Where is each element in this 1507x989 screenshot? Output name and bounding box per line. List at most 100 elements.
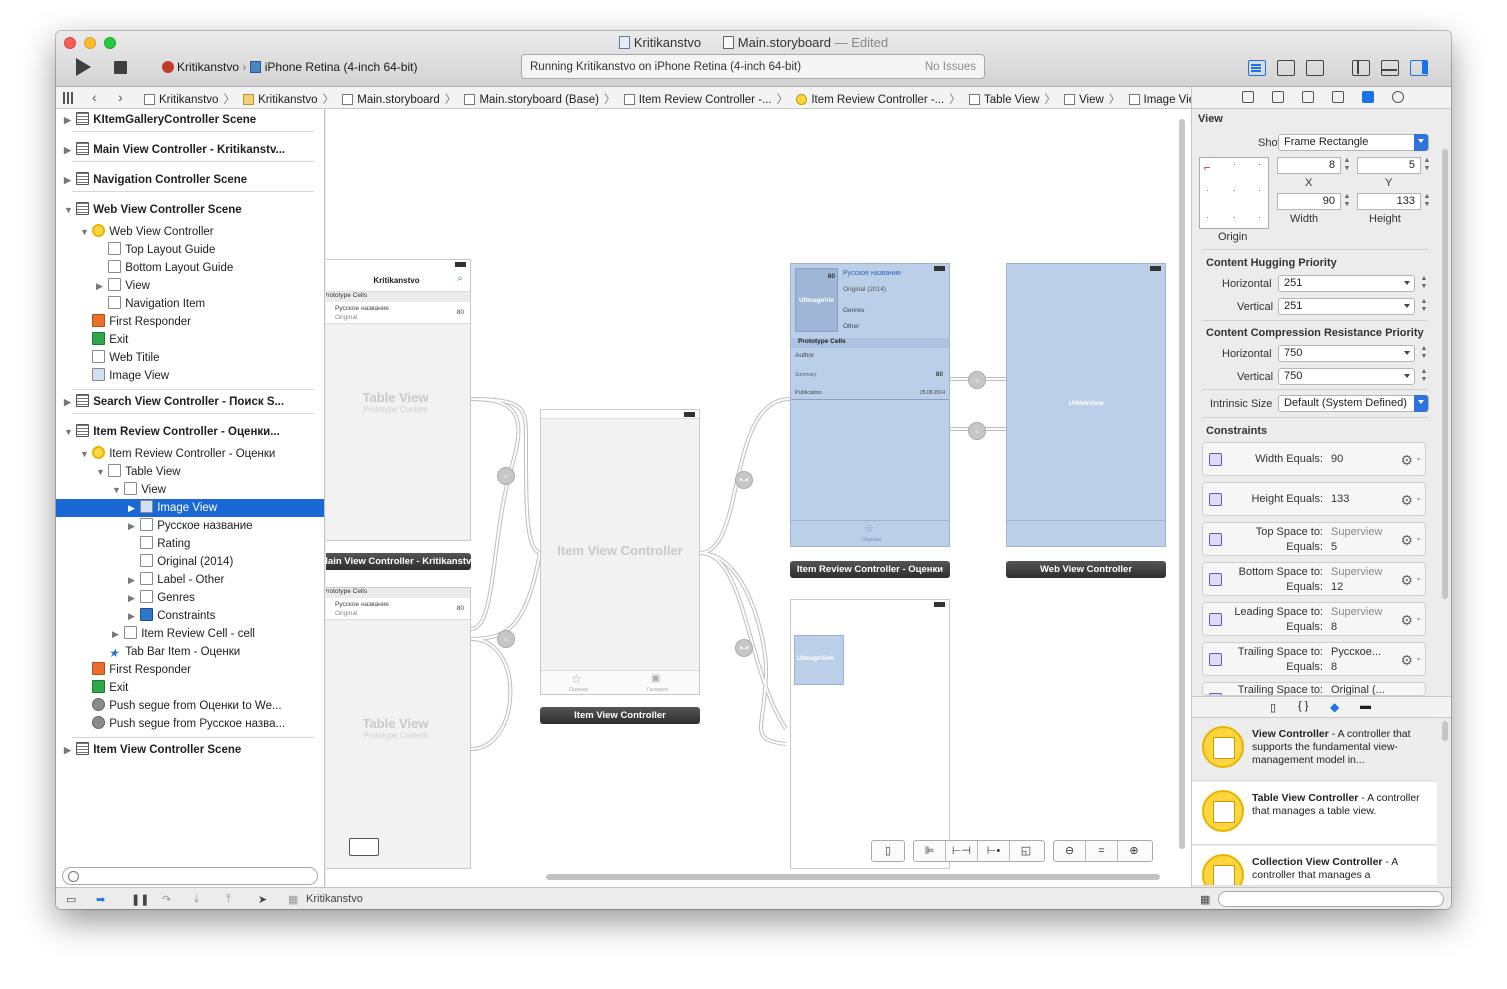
step-out-icon[interactable]: ⤒ bbox=[226, 893, 231, 906]
device-size-icon[interactable]: ▯ bbox=[872, 841, 904, 861]
prototype-cell[interactable]: Русское название Original 80 bbox=[326, 302, 470, 324]
outline-scene[interactable]: ▶ Navigation Controller Scene bbox=[64, 171, 247, 189]
library-filter-input[interactable] bbox=[1218, 891, 1444, 907]
library-item[interactable]: Table View Controller - A controller tha… bbox=[1192, 782, 1437, 845]
outline-item[interactable]: ▼ Table View bbox=[96, 463, 181, 481]
horizontal-scrollbar[interactable] bbox=[546, 874, 1160, 880]
image-view[interactable]: 80 UIImageVie bbox=[795, 268, 838, 332]
issues-status[interactable]: No Issues bbox=[925, 61, 976, 73]
outline-item[interactable]: ★ Tab Bar Item - Оценки bbox=[96, 643, 240, 661]
outline-item[interactable]: Top Layout Guide bbox=[96, 241, 215, 259]
run-button[interactable] bbox=[76, 58, 91, 76]
outline-scene[interactable]: ▼ Item Review Controller - Оценки... bbox=[64, 423, 280, 441]
back-arrow-icon[interactable]: ‹ bbox=[92, 89, 97, 105]
gear-icon[interactable]: ⚙ bbox=[1400, 492, 1413, 509]
height-field[interactable]: 133 bbox=[1357, 193, 1421, 210]
assistant-editor-icon[interactable] bbox=[1277, 60, 1295, 76]
constraint-top-space[interactable]: Top Space to: Superview Equals: 5 ⚙ ⌄ bbox=[1202, 522, 1426, 556]
step-over-icon[interactable]: ↷ bbox=[162, 893, 171, 906]
align-icon[interactable]: ⊫ bbox=[914, 841, 946, 861]
gear-icon[interactable]: ⚙ bbox=[1400, 612, 1413, 629]
gallery-icon[interactable]: ▣ bbox=[651, 673, 660, 684]
gear-icon[interactable]: ⚙ bbox=[1400, 572, 1413, 589]
inspector-scrollbar[interactable] bbox=[1442, 149, 1448, 599]
hug-vertical-combo[interactable]: 251 bbox=[1278, 298, 1415, 315]
outline-item[interactable]: ▼ Web View Controller bbox=[80, 223, 214, 241]
storyboard-canvas[interactable]: ▫ ▫ •-• •-• ▫ ▫ Kritikanstvo ⌕ Prototype… bbox=[326, 109, 1191, 887]
outline-scene[interactable]: ▶ Item View Controller Scene bbox=[64, 741, 241, 759]
constraint-trailing-space[interactable]: Trailing Space to: Русское... Equals: 8 … bbox=[1202, 642, 1426, 676]
breadcrumb-item[interactable]: Table View bbox=[968, 94, 1039, 106]
outline-scene[interactable]: ▶ KItemGalleryController Scene bbox=[64, 111, 256, 129]
zoom-in-icon[interactable]: ⊕ bbox=[1118, 841, 1150, 861]
constraint-width[interactable]: Width Equals: 90 ⚙ ⌄ bbox=[1202, 442, 1426, 476]
segue-icon[interactable]: •-• bbox=[735, 471, 753, 489]
outline-item[interactable]: Exit bbox=[80, 331, 128, 349]
outline-item[interactable]: Web Titile bbox=[80, 349, 159, 367]
main-view-controller-scene[interactable]: Kritikanstvo ⌕ Prototype Cells Русское н… bbox=[326, 259, 471, 541]
segue-icon[interactable]: •-• bbox=[735, 639, 753, 657]
hug-horizontal-combo[interactable]: 251 bbox=[1278, 275, 1415, 292]
hide-debug-icon[interactable]: ▭ bbox=[66, 893, 76, 906]
library-item[interactable]: Collection View Controller - A controlle… bbox=[1192, 846, 1437, 886]
height-stepper[interactable]: ▲ ▼ bbox=[1423, 193, 1431, 210]
outline-item[interactable]: ▶ Русское название bbox=[128, 517, 253, 535]
outline-item[interactable]: ▶ Label - Other bbox=[128, 571, 224, 589]
image-view[interactable]: UIImageView bbox=[794, 635, 844, 685]
location-icon[interactable]: ➤ bbox=[258, 893, 267, 906]
prototype-cell[interactable]: Русское название Original 80 bbox=[326, 598, 470, 620]
constraint-trailing-space-2[interactable]: Trailing Space to: Original (... bbox=[1202, 682, 1426, 696]
breadcrumb-item[interactable]: Kritikanstvo bbox=[144, 94, 218, 106]
width-field[interactable]: 90 bbox=[1277, 193, 1341, 210]
comp-horizontal-combo[interactable]: 750 bbox=[1278, 345, 1415, 362]
breadcrumb-item[interactable]: Main.storyboard bbox=[342, 94, 440, 106]
breadcrumb-item[interactable]: Item Review Controller -... bbox=[796, 94, 944, 106]
segue-icon[interactable]: ▫ bbox=[968, 422, 986, 440]
attributes-inspector-icon[interactable] bbox=[1332, 91, 1344, 103]
stepper[interactable]: ▲ ▼ bbox=[1420, 368, 1428, 385]
constraint-leading-space[interactable]: Leading Space to: Superview Equals: 8 ⚙ ⌄ bbox=[1202, 602, 1426, 636]
media-library-icon[interactable]: ▬ bbox=[1360, 700, 1371, 712]
item-view-controller-scene[interactable]: Item View Controller ☆ Оценки ▣ Галерея bbox=[540, 409, 700, 695]
outline-item[interactable]: ▶ Constraints bbox=[128, 607, 215, 625]
segue-icon[interactable]: ▫ bbox=[497, 630, 515, 648]
debug-area-toggle-icon[interactable] bbox=[1381, 60, 1399, 76]
intrinsic-popup[interactable]: Default (System Defined) bbox=[1278, 395, 1429, 412]
forward-arrow-icon[interactable]: › bbox=[118, 89, 123, 105]
breadcrumb-item[interactable]: Kritikanstvo bbox=[243, 94, 318, 106]
constraint-height[interactable]: Height Equals: 133 ⚙ ⌄ bbox=[1202, 482, 1426, 516]
outline-item[interactable]: ▶ Genres bbox=[128, 589, 195, 607]
breadcrumb-item[interactable]: Item Review Controller -... bbox=[623, 94, 772, 106]
object-library-icon[interactable]: ◆ bbox=[1330, 700, 1339, 714]
quick-help-icon[interactable] bbox=[1272, 91, 1284, 103]
stepper[interactable]: ▲ ▼ bbox=[1420, 298, 1428, 315]
comp-vertical-combo[interactable]: 750 bbox=[1278, 368, 1415, 385]
scene-label[interactable]: Item Review Controller - Оценки bbox=[790, 561, 950, 578]
web-view-controller-scene[interactable]: UIWebView bbox=[1006, 263, 1166, 547]
table-view-controller-scene[interactable]: Prototype Cells Русское название Origina… bbox=[326, 587, 471, 869]
related-items-icon[interactable] bbox=[63, 92, 75, 104]
outline-item[interactable]: ▶ Item Review Cell - cell bbox=[112, 625, 255, 643]
x-field[interactable]: 8 bbox=[1277, 157, 1341, 174]
step-into-icon[interactable]: ⤓ bbox=[194, 893, 199, 906]
outline-filter-input[interactable] bbox=[62, 867, 318, 885]
outline-item[interactable]: Exit bbox=[80, 679, 128, 697]
web-view[interactable]: UIWebView bbox=[1007, 400, 1165, 407]
y-field[interactable]: 5 bbox=[1357, 157, 1421, 174]
outline-item[interactable]: Image View bbox=[80, 367, 169, 385]
breadcrumb-item[interactable]: Main.storyboard (Base) bbox=[464, 94, 599, 106]
outline-item[interactable]: ▶ View bbox=[96, 277, 150, 295]
library-scrollbar[interactable] bbox=[1442, 721, 1448, 741]
library-item[interactable]: View Controller - A controller that supp… bbox=[1192, 718, 1437, 781]
identity-inspector-icon[interactable] bbox=[1302, 91, 1314, 103]
gear-icon[interactable]: ⚙ bbox=[1400, 452, 1413, 469]
actual-size-icon[interactable]: = bbox=[1086, 841, 1118, 861]
outline-scene[interactable]: ▶ Main View Controller - Kritikanstv... bbox=[64, 141, 285, 159]
connections-inspector-icon[interactable] bbox=[1392, 91, 1404, 103]
segue-icon[interactable]: ▫ bbox=[968, 371, 986, 389]
version-editor-icon[interactable] bbox=[1306, 60, 1324, 76]
navigator-toggle-icon[interactable] bbox=[1352, 60, 1370, 76]
image-view-controller-scene[interactable]: UIImageView bbox=[790, 599, 950, 869]
width-stepper[interactable]: ▲ ▼ bbox=[1343, 193, 1351, 210]
outline-item-selected[interactable]: ▶ Image View bbox=[56, 499, 324, 517]
